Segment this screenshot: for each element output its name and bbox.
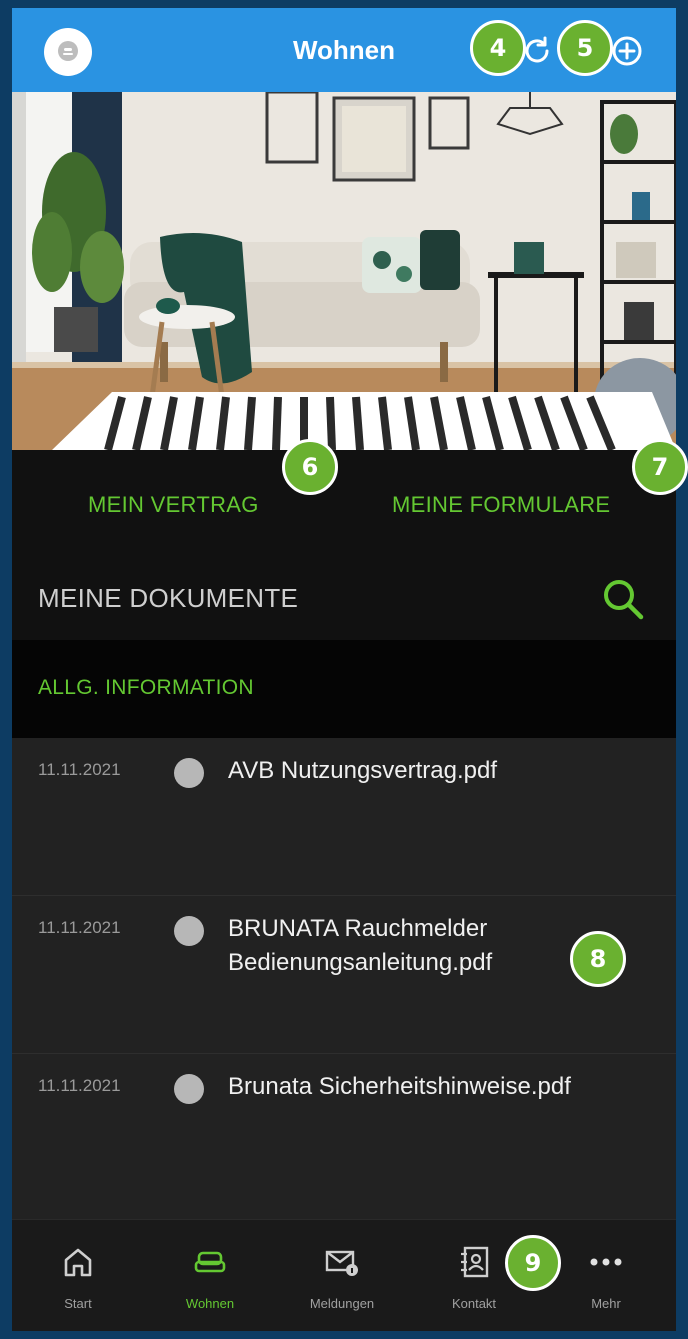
section-header[interactable]: ALLG. INFORMATION [12, 640, 676, 738]
callout-marker-6: 6 [282, 439, 338, 495]
callout-marker-9: 9 [505, 1235, 561, 1291]
nav-label: Wohnen [185, 1296, 235, 1311]
nav-item-start[interactable]: Start [12, 1220, 144, 1331]
bottom-navigation: Start Wohnen Meldungen Kontakt Mehr [12, 1219, 676, 1331]
status-dot-icon [174, 916, 204, 946]
section-label: ALLG. INFORMATION [38, 676, 254, 699]
callout-marker-4: 4 [470, 20, 526, 76]
document-date: 11.11.2021 [38, 918, 121, 937]
document-date: 11.11.2021 [38, 1076, 121, 1095]
callout-marker-5: 5 [557, 20, 613, 76]
contact-book-icon [461, 1246, 489, 1278]
nav-label: Meldungen [309, 1296, 375, 1311]
document-date: 11.11.2021 [38, 760, 121, 779]
nav-label: Kontakt [451, 1296, 497, 1311]
document-name: Brunata Sicherheitshinweise.pdf [228, 1073, 571, 1100]
search-icon[interactable] [600, 576, 646, 622]
app-screen: Wohnen MEIN VERTRAG MEINE FORMULARE MEIN… [12, 8, 676, 1331]
home-icon [64, 1248, 92, 1277]
document-row[interactable]: 11.11.2021 Brunata Sicherheitshinweise.p… [12, 1054, 676, 1212]
tab-meine-formulare[interactable]: MEINE FORMULARE [392, 450, 610, 560]
hero-image [12, 92, 676, 450]
nav-label: Mehr [591, 1296, 621, 1311]
add-circle-icon[interactable] [610, 34, 644, 68]
nav-item-meldungen[interactable]: Meldungen [276, 1220, 408, 1331]
document-name: AVB Nutzungsvertrag.pdf [228, 757, 498, 784]
document-row[interactable]: 11.11.2021 AVB Nutzungsvertrag.pdf [12, 738, 676, 896]
status-dot-icon [174, 1074, 204, 1104]
callout-marker-7: 7 [632, 439, 688, 495]
more-dots-icon [590, 1258, 622, 1266]
documents-header: MEINE DOKUMENTE [12, 560, 676, 650]
callout-marker-8: 8 [570, 931, 626, 987]
documents-title: MEINE DOKUMENTE [38, 583, 299, 613]
tab-mein-vertrag[interactable]: MEIN VERTRAG [88, 450, 259, 560]
sofa-icon [194, 1251, 226, 1273]
mail-info-icon [325, 1250, 358, 1276]
nav-item-wohnen[interactable]: Wohnen [144, 1220, 276, 1331]
nav-item-mehr[interactable]: Mehr [540, 1220, 672, 1331]
nav-label: Start [64, 1296, 92, 1311]
tab-bar: MEIN VERTRAG MEINE FORMULARE [12, 450, 676, 560]
status-dot-icon [174, 758, 204, 788]
